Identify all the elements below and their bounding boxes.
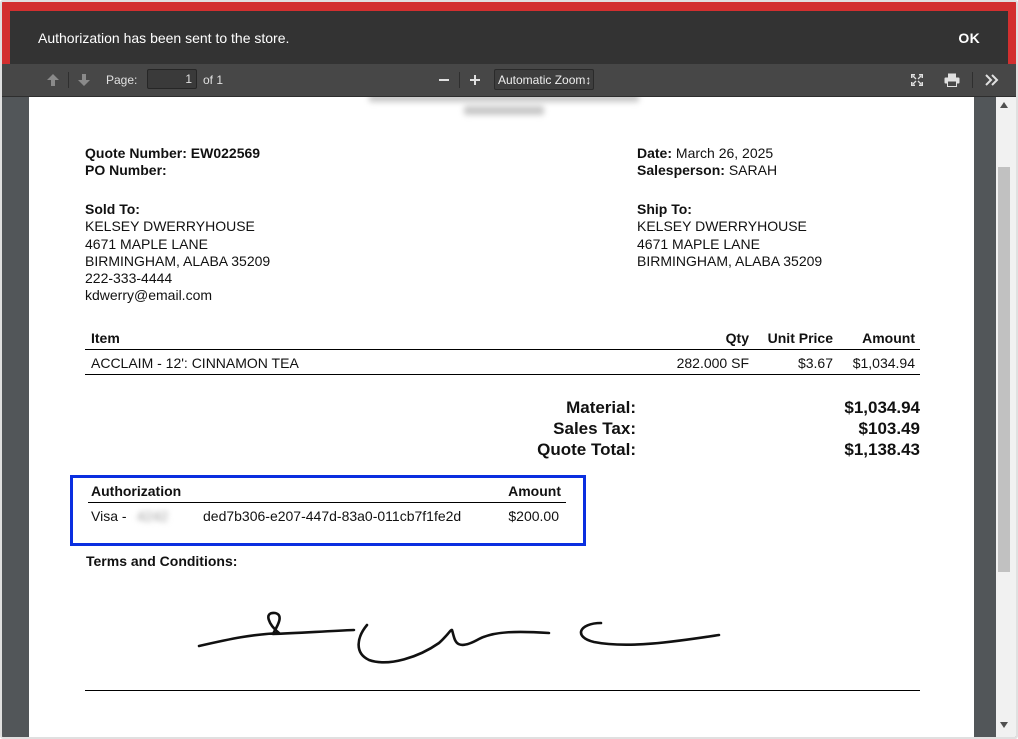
page-count: of 1	[203, 73, 224, 87]
item-description: ACCLAIM - 12': CINNAMON TEA	[91, 355, 299, 371]
scroll-up-icon[interactable]	[1000, 102, 1008, 108]
sold-to-block: Sold To: KELSEY DWERRYHOUSE 4671 MAPLE L…	[85, 201, 270, 305]
item-qty: 282.000 SF	[676, 355, 749, 371]
salesperson-label: Salesperson:	[637, 162, 725, 178]
arrow-down-icon	[78, 74, 90, 86]
items-header-amount: Amount	[862, 330, 915, 346]
arrow-up-icon	[47, 74, 59, 86]
next-page-button[interactable]	[75, 71, 93, 89]
page-label: Page:	[106, 73, 138, 87]
notification-text: Authorization has been sent to the store…	[38, 29, 290, 46]
sales-tax-label: Sales Tax:	[553, 419, 636, 438]
quote-total-value: $1,138.43	[844, 440, 920, 459]
scroll-down-icon[interactable]	[1000, 722, 1008, 728]
ok-button[interactable]: OK	[958, 30, 980, 46]
store-address-blurred	[369, 97, 639, 115]
print-button[interactable]	[942, 71, 962, 89]
authorization-amount-header: Amount	[508, 483, 561, 499]
vertical-scrollbar[interactable]	[996, 97, 1016, 737]
tools-menu-button[interactable]	[982, 71, 1002, 89]
zoom-in-button[interactable]	[467, 71, 483, 89]
card-prefix: Visa -	[91, 508, 127, 524]
sold-to-city: BIRMINGHAM, ALABA 35209	[85, 252, 271, 269]
item-amount: $1,034.94	[852, 355, 915, 371]
signature-line	[85, 690, 920, 691]
card-masked-number: 4242	[137, 508, 169, 524]
sold-to-phone: 222-333-4444	[85, 270, 173, 287]
ship-to-label: Ship To:	[637, 201, 692, 217]
plus-icon	[470, 75, 480, 85]
ship-to-block: Ship To: KELSEY DWERRYHOUSE 4671 MAPLE L…	[637, 201, 822, 270]
notification-bar: Authorization has been sent to the store…	[2, 2, 1016, 64]
date-value: March 26, 2025	[675, 145, 774, 161]
quote-info: Quote Number: EW022569 PO Number:	[85, 145, 260, 179]
ship-to-name: KELSEY DWERRYHOUSE	[637, 218, 807, 235]
quote-number-value: EW022569	[190, 145, 261, 161]
zoom-select[interactable]: Automatic Zoom↕	[494, 69, 594, 90]
sales-tax-value: $103.49	[858, 419, 920, 438]
signature-image	[197, 611, 721, 664]
sold-to-label: Sold To:	[85, 201, 140, 217]
material-label: Material:	[566, 398, 636, 417]
scrollbar-thumb[interactable]	[998, 167, 1010, 572]
sold-to-name: KELSEY DWERRYHOUSE	[85, 218, 255, 235]
zoom-out-button[interactable]	[436, 71, 452, 89]
pdf-toolbar: Page: of 1 Automatic Zoom↕	[2, 64, 1016, 97]
ship-to-city: BIRMINGHAM, ALABA 35209	[637, 252, 823, 269]
items-header-qty: Qty	[725, 330, 749, 346]
page-number-input[interactable]	[147, 69, 197, 89]
fullscreen-icon	[911, 74, 923, 86]
notification-panel: Authorization has been sent to the store…	[10, 11, 1008, 64]
salesperson-value: SARAH	[728, 162, 778, 178]
material-value: $1,034.94	[844, 398, 920, 417]
zoom-select-value: Automatic Zoom↕	[498, 72, 592, 87]
presentation-mode-button[interactable]	[908, 71, 926, 89]
transaction-id: ded7b306-e207-447d-83a0-011cb7f1fe2d	[203, 508, 462, 524]
ship-to-address: 4671 MAPLE LANE	[637, 235, 760, 252]
item-unit-price: $3.67	[797, 355, 833, 371]
quote-number-label: Quote Number:	[85, 145, 187, 161]
date-label: Date:	[637, 145, 673, 161]
items-header-unit-price: Unit Price	[767, 330, 833, 346]
terms-label: Terms and Conditions:	[86, 553, 238, 569]
printer-icon	[944, 73, 960, 87]
pdf-viewer-window: Authorization has been sent to the store…	[0, 0, 1018, 739]
previous-page-button[interactable]	[44, 71, 62, 89]
authorization-amount: $200.00	[508, 508, 559, 524]
quote-total-label: Quote Total:	[537, 440, 636, 459]
date-info: Date: March 26, 2025 Salesperson: SARAH	[637, 145, 777, 179]
po-number-label: PO Number:	[85, 162, 167, 178]
items-header-item: Item	[91, 330, 120, 346]
authorization-header: Authorization	[91, 483, 182, 499]
sold-to-email: kdwerry@email.com	[85, 287, 213, 304]
authorization-highlight-box: Authorization Amount Visa - 4242 ded7b30…	[70, 475, 586, 546]
document-viewer[interactable]: Quote Number: EW022569 PO Number: Date: …	[2, 97, 996, 737]
minus-icon	[439, 79, 449, 81]
sold-to-address: 4671 MAPLE LANE	[85, 235, 208, 252]
double-chevron-right-icon	[985, 74, 999, 86]
quote-page: Quote Number: EW022569 PO Number: Date: …	[29, 97, 974, 737]
